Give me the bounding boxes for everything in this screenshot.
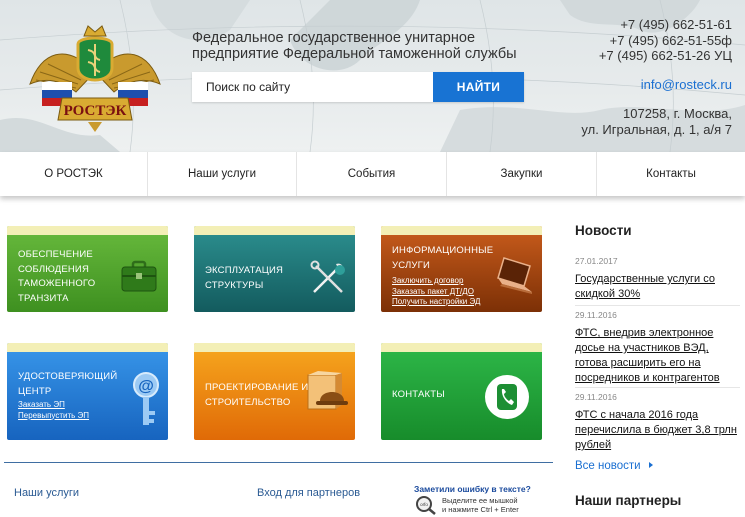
tile-title: ИНФОРМАЦИОННЫЕ УСЛУГИ bbox=[392, 244, 493, 273]
tile-title-line: УДОСТОВЕРЯЮЩИЙ bbox=[18, 371, 118, 382]
tile-customs-transit[interactable]: ОБЕСПЕЧЕНИЕ СОБЛЮДЕНИЯ ТАМОЖЕННОГО ТРАНЗ… bbox=[7, 226, 168, 312]
tile-design-construction[interactable]: ПРОЕКТИРОВАНИЕ И СТРОИТЕЛЬСТВО bbox=[194, 343, 355, 440]
org-name-line-1: Федеральное государственное унитарное bbox=[192, 30, 476, 46]
tile-links: Заключить договор Заказать пакет ДТ/ДО П… bbox=[392, 276, 480, 308]
tile-info-services[interactable]: ИНФОРМАЦИОННЫЕ УСЛУГИ Заключить договор … bbox=[381, 226, 542, 312]
tile-contacts[interactable]: КОНТАКТЫ bbox=[381, 343, 542, 440]
link-get-ed-settings[interactable]: Получить настройки ЭД bbox=[392, 297, 480, 308]
news-separator bbox=[575, 387, 740, 388]
footer-services-link[interactable]: Наши услуги bbox=[14, 487, 79, 499]
address-line-1: 107258, г. Москва, bbox=[623, 106, 732, 121]
tile-title-line: СТРУКТУРЫ bbox=[205, 279, 264, 291]
news-heading: Новости bbox=[575, 223, 632, 238]
search-box: НАЙТИ bbox=[192, 72, 524, 102]
all-news-label: Все новости bbox=[575, 460, 641, 472]
content-divider bbox=[4, 462, 553, 463]
typo-badge: orfo bbox=[420, 502, 428, 507]
news-date: 27.01.2017 bbox=[575, 256, 618, 266]
tile-title: ОБЕСПЕЧЕНИЕ СОБЛЮДЕНИЯ ТАМОЖЕННОГО ТРАНЗ… bbox=[18, 248, 95, 306]
tile-title-line: ПРОЕКТИРОВАНИЕ И bbox=[205, 382, 309, 393]
logo-text: РОСТЭК bbox=[64, 103, 127, 119]
tile-certification-center[interactable]: УДОСТОВЕРЯЮЩИЙ ЦЕНТР Заказать ЭП Перевып… bbox=[7, 343, 168, 440]
typo-hint: Выделите ее мышкой и нажмите Ctrl + Ente… bbox=[442, 496, 519, 514]
tile-links: Заказать ЭП Перевыпустить ЭП bbox=[18, 400, 89, 421]
nav-procurement[interactable]: Закупки bbox=[447, 152, 597, 196]
laptop-icon bbox=[497, 257, 532, 294]
news-title-link[interactable]: ФТС, внедрив электронное досье на участн… bbox=[575, 326, 740, 386]
tools-icon bbox=[310, 260, 345, 293]
tile-title-line: ТРАНЗИТА bbox=[18, 292, 69, 304]
main-nav: О РОСТЭК Наши услуги События Закупки Кон… bbox=[0, 152, 745, 196]
arrow-right-icon bbox=[648, 462, 653, 468]
news-title-link[interactable]: ФТС с начала 2016 года перечислила в бюд… bbox=[575, 408, 740, 453]
tile-title-line: ТАМОЖЕННОГО bbox=[18, 278, 96, 289]
key-at-icon: @ bbox=[133, 372, 159, 425]
tile-title-line: ЦЕНТР bbox=[18, 385, 52, 397]
typo-hint-line: Выделите ее мышкой bbox=[442, 496, 518, 505]
news-date: 29.11.2016 bbox=[575, 310, 617, 320]
tile-title-line: СТРОИТЕЛЬСТВО bbox=[205, 396, 291, 408]
briefcase-icon bbox=[121, 260, 157, 292]
site-header: РОСТЭК Федеральное государственное унита… bbox=[0, 0, 745, 152]
news-title-link[interactable]: Государственные услуги со скидкой 30% bbox=[575, 272, 740, 302]
tile-title-line: ИНФОРМАЦИОННЫЕ bbox=[392, 245, 494, 256]
tile-title-line: СОБЛЮДЕНИЯ bbox=[18, 263, 90, 275]
tile-title: УДОСТОВЕРЯЮЩИЙ ЦЕНТР bbox=[18, 370, 117, 399]
typo-report-widget[interactable]: Заметили ошибку в тексте? orfo Выделите … bbox=[414, 484, 544, 516]
construction-icon bbox=[307, 371, 348, 410]
tile-title-line: УСЛУГИ bbox=[392, 259, 431, 271]
partners-heading: Наши партнеры bbox=[575, 493, 682, 508]
address-line-2: ул. Игральная, д. 1, а/я 7 bbox=[581, 121, 732, 137]
tile-title-line: КОНТАКТЫ bbox=[392, 389, 445, 400]
organization-name: Федеральное государственное унитарное пр… bbox=[192, 30, 522, 62]
partners-login-link[interactable]: Вход для партнеров bbox=[257, 487, 360, 499]
link-order-dt-do-package[interactable]: Заказать пакет ДТ/ДО bbox=[392, 287, 480, 298]
tile-title: КОНТАКТЫ bbox=[392, 388, 445, 403]
nav-about[interactable]: О РОСТЭК bbox=[0, 152, 148, 196]
news-date: 29.11.2016 bbox=[575, 392, 617, 402]
nav-events[interactable]: События bbox=[297, 152, 447, 196]
tile-title: ПРОЕКТИРОВАНИЕ И СТРОИТЕЛЬСТВО bbox=[205, 381, 308, 410]
header-contacts: +7 (495) 662-51-61 +7 (495) 662-51-55ф +… bbox=[581, 17, 732, 137]
tile-title: ЭКСПЛУАТАЦИЯ СТРУКТУРЫ bbox=[205, 264, 283, 293]
org-name-line-2: предприятие Федеральной таможенной служб… bbox=[192, 46, 517, 62]
all-news-link[interactable]: Все новости bbox=[575, 460, 655, 472]
tile-structure-operation[interactable]: ЭКСПЛУАТАЦИЯ СТРУКТУРЫ bbox=[194, 226, 355, 312]
news-separator bbox=[575, 305, 740, 306]
rostek-logo[interactable]: РОСТЭК bbox=[26, 22, 164, 134]
link-order-ep[interactable]: Заказать ЭП bbox=[18, 400, 89, 411]
search-input[interactable] bbox=[192, 72, 433, 102]
search-button[interactable]: НАЙТИ bbox=[433, 72, 524, 102]
phone-icon bbox=[485, 375, 529, 419]
link-reissue-ep[interactable]: Перевыпустить ЭП bbox=[18, 411, 89, 422]
nav-contacts[interactable]: Контакты bbox=[597, 152, 745, 196]
svg-text:@: @ bbox=[138, 378, 154, 395]
tile-title-line: ОБЕСПЕЧЕНИЕ bbox=[18, 249, 93, 260]
typo-hint-line: и нажмите Ctrl + Enter bbox=[442, 505, 519, 514]
email-link[interactable]: info@rosteck.ru bbox=[581, 77, 732, 93]
nav-services[interactable]: Наши услуги bbox=[148, 152, 297, 196]
tile-title-line: ЭКСПЛУАТАЦИЯ bbox=[205, 265, 284, 276]
link-conclude-contract[interactable]: Заключить договор bbox=[392, 276, 480, 287]
phone-training-center[interactable]: +7 (495) 662-51-26 УЦ bbox=[581, 48, 732, 64]
magnifier-icon: orfo bbox=[416, 496, 436, 515]
phone-fax[interactable]: +7 (495) 662-51-55ф bbox=[581, 33, 732, 49]
typo-question: Заметили ошибку в тексте? bbox=[414, 484, 531, 494]
phone-main[interactable]: +7 (495) 662-51-61 bbox=[581, 17, 732, 33]
